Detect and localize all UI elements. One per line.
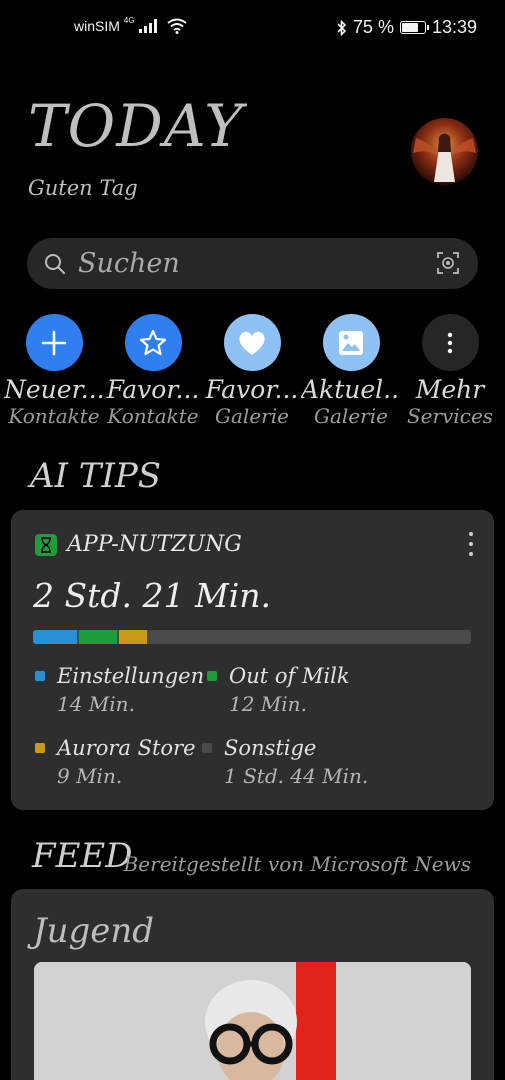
- battery-icon: [399, 21, 429, 34]
- star-icon: [139, 329, 167, 355]
- quick-action-circle: [124, 314, 182, 371]
- quick-action-title: Favor...: [205, 375, 299, 404]
- signal-icon: [138, 19, 157, 33]
- quick-action-circle: [25, 314, 83, 371]
- carrier-name: winSIM: [74, 18, 120, 34]
- app-usage-card[interactable]: APP-NUTZUNG 2 Std. 21 Min. Einstellungen…: [11, 510, 494, 810]
- page-title: TODAY: [28, 92, 244, 160]
- legend-item: Einstellungen 14 Min.: [35, 664, 204, 716]
- quick-action-subtitle: Services: [406, 404, 494, 428]
- quick-action-new-contact[interactable]: Neuer... Kontakte: [4, 314, 104, 428]
- scan-icon[interactable]: [436, 251, 460, 275]
- quick-actions: Neuer... Kontakte Favor... Kontakte Favo…: [0, 314, 505, 434]
- clock: 13:39: [431, 17, 477, 37]
- legend-name: Einstellungen: [57, 664, 205, 688]
- quick-action-more-services[interactable]: Mehr Services: [400, 314, 500, 428]
- status-bar: winSIM 4G 75 % 13:39: [0, 0, 505, 58]
- card-label: APP-NUTZUNG: [67, 532, 242, 557]
- quick-action-favorite-contacts[interactable]: Favor... Kontakte: [103, 314, 203, 428]
- quick-action-circle: [322, 314, 380, 371]
- image-icon: [339, 330, 363, 355]
- bluetooth-icon: [337, 19, 347, 36]
- quick-action-title: Mehr: [415, 375, 485, 404]
- feed-category: Jugend: [33, 911, 155, 951]
- article-photo: [34, 962, 471, 1080]
- usage-bar-segment: [79, 630, 117, 644]
- search-icon: [45, 253, 65, 274]
- feed-card[interactable]: Jugend: [11, 889, 494, 1080]
- plus-icon: [41, 330, 67, 355]
- usage-bar-segment: [33, 630, 78, 644]
- avatar-image: [413, 133, 476, 182]
- legend-dot: [35, 743, 45, 753]
- card-menu-icon[interactable]: [468, 532, 474, 556]
- usage-total: 2 Std. 21 Min.: [33, 576, 272, 615]
- quick-action-subtitle: Galerie: [314, 404, 388, 428]
- avatar[interactable]: [411, 118, 478, 185]
- legend-value: 1 Std. 44 Min.: [224, 764, 369, 788]
- quick-action-title: Favor...: [106, 375, 200, 404]
- more-icon: [447, 332, 453, 353]
- quick-action-subtitle: Kontakte: [107, 404, 199, 428]
- network-type: 4G: [123, 15, 135, 25]
- legend-dot: [202, 743, 212, 753]
- legend-value: 12 Min.: [229, 692, 307, 716]
- search-input[interactable]: Suchen: [78, 248, 180, 279]
- feed-article-image[interactable]: [34, 962, 471, 1080]
- quick-action-title: Neuer...: [4, 375, 104, 404]
- heart-icon: [239, 331, 265, 355]
- legend-name: Out of Milk: [229, 664, 350, 688]
- feed-provider: Bereitgestellt von Microsoft News: [123, 852, 471, 876]
- hourglass-icon: [35, 533, 57, 556]
- quick-action-circle: [223, 314, 281, 371]
- ai-tips-title: AI TIPS: [30, 456, 162, 496]
- legend-name: Aurora Store: [57, 736, 196, 760]
- greeting-text: Guten Tag: [28, 176, 138, 200]
- usage-bar-segment: [118, 630, 148, 644]
- battery-percent: 75 %: [352, 17, 394, 37]
- quick-action-recent-gallery[interactable]: Aktuel... Galerie: [301, 314, 401, 428]
- legend-item: Out of Milk 12 Min.: [207, 664, 350, 716]
- legend-value: 9 Min.: [57, 764, 123, 788]
- quick-action-title: Aktuel...: [301, 375, 401, 404]
- usage-bar: [33, 630, 471, 644]
- feed-title: FEED: [32, 836, 133, 876]
- quick-action-circle: [421, 314, 479, 371]
- battery-level: [401, 23, 419, 32]
- legend-item: Sonstige 1 Std. 44 Min.: [202, 736, 368, 788]
- legend-dot: [207, 671, 217, 681]
- legend-name: Sonstige: [224, 736, 317, 760]
- legend-item: Aurora Store 9 Min.: [35, 736, 196, 788]
- search-bar[interactable]: Suchen: [27, 238, 478, 289]
- quick-action-subtitle: Galerie: [215, 404, 289, 428]
- quick-action-subtitle: Kontakte: [8, 404, 100, 428]
- legend-value: 14 Min.: [57, 692, 135, 716]
- wifi-icon: [166, 18, 187, 34]
- quick-action-favorite-gallery[interactable]: Favor... Galerie: [202, 314, 302, 428]
- legend-dot: [35, 671, 45, 681]
